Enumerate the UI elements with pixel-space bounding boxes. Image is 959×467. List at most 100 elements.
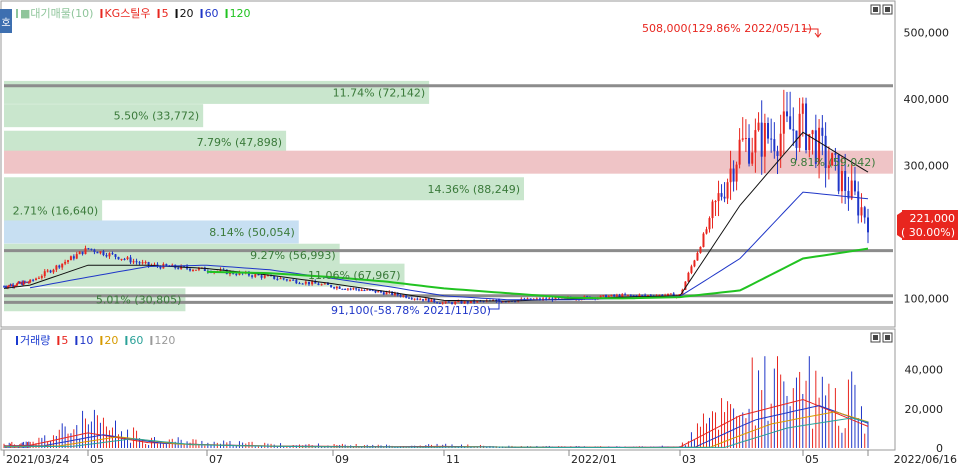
current-price-badge: 221,000 ( 30.00%)	[897, 210, 958, 240]
candle-body	[801, 103, 804, 114]
candle-body	[377, 291, 380, 293]
legend-label[interactable]: 거래량	[20, 334, 50, 347]
supply-label: 9.27% (56,993)	[250, 249, 336, 262]
candle-body	[40, 276, 43, 278]
candle-body	[444, 301, 447, 303]
x-tick-label: 11	[446, 453, 460, 466]
legend-swatch	[75, 336, 78, 345]
candle-body	[189, 268, 192, 271]
candle-body	[285, 279, 288, 281]
legend-label[interactable]: 10	[79, 334, 93, 347]
candle-body	[29, 279, 32, 283]
candle-body	[460, 301, 463, 304]
legend-swatch	[200, 9, 203, 18]
legend-label[interactable]: 60	[205, 7, 219, 20]
candle-body	[111, 253, 114, 255]
legend-swatch	[57, 336, 60, 345]
price-legend: ■대기매물(10) KG스틸우 5 20 60 120	[16, 7, 251, 20]
candle-body	[260, 275, 263, 278]
volume-y-axis: 020,00040,000	[905, 364, 944, 455]
supply-label: 2.71% (16,640)	[13, 205, 99, 218]
candle-body	[430, 299, 433, 302]
candle-body	[129, 257, 132, 263]
candle-body	[763, 122, 766, 157]
legend-label[interactable]: 120	[230, 7, 251, 20]
legend-swatch	[16, 336, 18, 345]
candle-body	[349, 288, 352, 290]
candle-body	[416, 298, 419, 300]
candle-body	[754, 130, 757, 153]
legend-label[interactable]: ■대기매물(10)	[20, 7, 93, 20]
candle-body	[447, 301, 450, 303]
candle-body	[84, 248, 87, 255]
legend-label[interactable]: KG스틸우	[104, 7, 150, 20]
legend-label[interactable]: 60	[129, 334, 143, 347]
candle-body	[805, 103, 808, 151]
candle-body	[360, 290, 363, 292]
legend-label[interactable]: 20	[104, 334, 118, 347]
legend-label[interactable]: 5	[162, 7, 169, 20]
low-annotation: 91,100(-58.78% 2021/11/30)	[331, 304, 491, 317]
candle-body	[61, 263, 64, 268]
candle-body	[669, 293, 672, 295]
candle-body	[276, 278, 279, 280]
candle-body	[99, 251, 102, 254]
candle-body	[602, 295, 605, 297]
candle-body	[850, 180, 853, 199]
candle-body	[335, 286, 338, 289]
current-price-value: 221,000	[910, 212, 956, 225]
candle-body	[341, 288, 344, 290]
candle-body	[55, 265, 58, 270]
candle-body	[738, 139, 741, 165]
x-tick-label: 2022/01	[571, 453, 617, 466]
x-tick-label: 05	[805, 453, 819, 466]
legend-label[interactable]: 20	[180, 7, 194, 20]
candle-body	[840, 170, 843, 192]
current-price-change: ( 30.00%)	[901, 226, 955, 239]
candle-body	[141, 262, 144, 264]
candle-body	[371, 290, 374, 292]
supply-label: 11.06% (67,967)	[308, 269, 401, 282]
candle-body	[292, 279, 295, 281]
price-tick-label: 100,000	[904, 292, 950, 305]
candle-body	[770, 138, 773, 140]
candle-body	[413, 298, 416, 300]
candle-body	[81, 251, 84, 255]
candle-body	[144, 262, 147, 264]
candle-body	[323, 283, 326, 285]
candle-body	[132, 261, 135, 263]
candle-body	[37, 277, 40, 279]
candle-body	[165, 263, 168, 266]
candle-body	[410, 298, 413, 300]
candle-body	[844, 170, 847, 191]
candle-body	[16, 283, 19, 286]
candle-body	[295, 279, 298, 284]
candle-body	[399, 295, 402, 297]
date-x-axis: 2021/03/24 05 07 09 11 2022/01 03 05 2022/06/16	[3, 450, 957, 466]
candle-body	[867, 217, 869, 233]
supply-label: 5.50% (33,772)	[114, 110, 200, 123]
legend-label[interactable]: 5	[61, 334, 68, 347]
candle-body	[433, 299, 436, 303]
side-tab-label[interactable]: 호	[1, 17, 10, 29]
supply-label: 8.14% (50,054)	[209, 226, 295, 239]
candle-body	[514, 301, 517, 303]
candle-body	[138, 262, 141, 264]
legend-label[interactable]: 120	[154, 334, 175, 347]
candle-body	[708, 218, 711, 230]
candle-body	[282, 278, 285, 280]
candle-body	[457, 301, 460, 303]
volume-tick-label: 20,000	[905, 403, 944, 416]
candle-body	[279, 278, 282, 280]
candle-body	[702, 233, 705, 247]
legend-swatch	[100, 336, 103, 345]
candle-body	[860, 207, 863, 216]
candle-body	[610, 294, 613, 297]
supply-label: 5.01% (30,805)	[96, 294, 182, 307]
candle-body	[64, 261, 67, 264]
price-tick-label: 400,000	[904, 93, 950, 106]
candle-body	[72, 256, 75, 259]
candle-body	[726, 182, 729, 199]
candle-body	[102, 251, 105, 256]
candle-body	[811, 130, 814, 135]
